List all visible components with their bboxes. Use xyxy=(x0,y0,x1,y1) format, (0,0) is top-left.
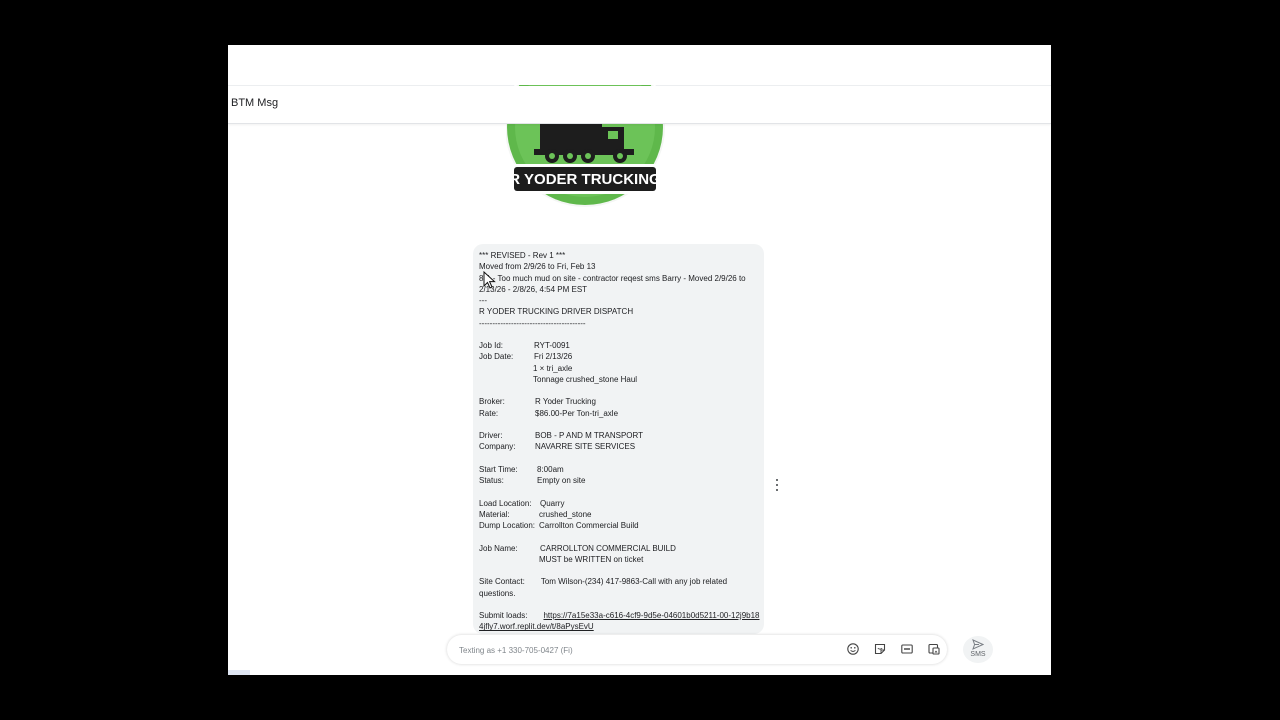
message-line: Moved from 2/9/26 to Fri, Feb 13 xyxy=(479,262,596,272)
field-value: Carrollton Commercial Build xyxy=(539,521,639,530)
field-label: Broker: xyxy=(479,397,505,407)
site-contact-row: Site Contact: Tom Wilson-(234) 417-9863-C… xyxy=(479,576,761,599)
field-label: Company: xyxy=(479,442,516,452)
conversation-header: BTM Msg xyxy=(228,86,1051,124)
messages-window: BTM Msg R YODER TRUCKING *** REVISED - R… xyxy=(228,45,1051,675)
field-value: RYT-0091 xyxy=(534,341,570,350)
dispatch-fields: Job Id: RYT-0091 Job Date: Fri 2/13/26 1 × t… xyxy=(479,340,761,576)
message-line: R YODER TRUCKING DRIVER DISPATCH xyxy=(479,307,634,317)
send-sms-button[interactable]: SMS xyxy=(963,636,993,663)
dispatch-field-row: Driver: BOB - P AND M TRANSPORT xyxy=(479,430,761,441)
dispatch-field-row: 1 × tri_axle xyxy=(479,363,761,374)
message-input[interactable] xyxy=(457,642,831,659)
dot xyxy=(776,484,778,486)
field-value: Fri 2/13/26 xyxy=(534,352,573,362)
dispatch-field-row: MUST be WRITTEN on ticket xyxy=(479,554,761,565)
attach-media-icon[interactable] xyxy=(927,642,941,656)
field-label: Job Name: xyxy=(479,543,518,553)
dispatch-field-row: Broker: R Yoder Trucking xyxy=(479,396,761,407)
dispatch-field-row: Material: crushed_stone xyxy=(479,509,761,520)
field-label: Job Date: xyxy=(479,352,514,362)
mouse-cursor-icon xyxy=(483,270,497,295)
submit-loads-label: Submit loads: xyxy=(479,611,528,620)
field-label: Load Location: xyxy=(479,498,532,508)
field-label: Start Time: xyxy=(479,464,518,474)
field-value: CARROLLTON COMMERCIAL BUILD xyxy=(540,543,676,553)
dispatch-field-row: Tonnage crushed_stone Haul xyxy=(479,374,761,385)
field-value: 1 × tri_axle xyxy=(533,363,573,373)
field-value: R Yoder Trucking xyxy=(535,397,596,407)
field-value: 8:00am xyxy=(537,464,564,474)
dispatch-field-row: Company: NAVARRE SITE SERVICES xyxy=(479,441,761,452)
corner-indicator xyxy=(228,670,250,675)
dispatch-field-row: Job Date: Fri 2/13/26 xyxy=(479,351,761,362)
field-value: Quarry xyxy=(540,498,565,508)
sticker-icon[interactable] xyxy=(873,642,887,656)
dispatch-field-row: Start Time: 8:00am xyxy=(479,464,761,475)
send-icon xyxy=(972,639,984,650)
field-value: Tonnage crushed_stone Haul xyxy=(533,374,638,384)
dot xyxy=(776,489,778,491)
field-label: Material: xyxy=(479,509,510,519)
logo-text: R YODER TRUCKING xyxy=(509,171,660,188)
compose-bar xyxy=(447,635,947,664)
message-text: *** REVISED - Rev 1 *** Moved from 2/9/2… xyxy=(479,250,761,633)
field-value: MUST be WRITTEN on ticket xyxy=(539,554,644,564)
field-value: NAVARRE SITE SERVICES xyxy=(535,442,636,452)
field-label: Driver: xyxy=(479,431,503,440)
message-bubble[interactable]: *** REVISED - Rev 1 *** Moved from 2/9/2… xyxy=(473,244,764,634)
message-line: --- xyxy=(479,296,487,305)
site-contact-label: Site Contact: xyxy=(479,577,525,587)
dot xyxy=(776,479,778,481)
more-options-button[interactable] xyxy=(772,478,782,492)
dispatch-field-row: Rate: $86.00-Per Ton-tri_axle xyxy=(479,408,761,419)
send-sms-label: SMS xyxy=(970,651,986,658)
submit-loads-row: Submit loads: https://7a15e33a-c616-4cf9-… xyxy=(479,610,761,633)
dispatch-field-row: Status: Empty on site xyxy=(479,475,761,486)
browser-top-bar xyxy=(228,45,1051,86)
field-value: $86.00-Per Ton-tri_axle xyxy=(535,408,619,418)
dispatch-field-row: Job Name: CARROLLTON COMMERCIAL BUILD xyxy=(479,543,761,554)
dispatch-field-row: Job Id: RYT-0091 xyxy=(479,340,761,351)
message-line: *** REVISED - Rev 1 *** xyxy=(479,251,566,260)
field-value: BOB - P AND M TRANSPORT xyxy=(535,431,644,440)
field-label: Dump Location: xyxy=(479,521,536,530)
field-value: crushed_stone xyxy=(539,509,592,519)
field-label: Job Id: xyxy=(479,341,504,350)
conversation-title: BTM Msg xyxy=(231,97,279,109)
gif-icon[interactable] xyxy=(900,642,914,656)
field-label: Status: xyxy=(479,476,504,485)
field-value: Empty on site xyxy=(537,476,586,485)
message-line: ---------------------------------------- xyxy=(479,318,586,328)
dispatch-field-row: Dump Location: Carrollton Commercial Buil… xyxy=(479,520,761,531)
dispatch-field-row: Load Location: Quarry xyxy=(479,498,761,509)
message-line: 8/A - Too much mud on site - contractor … xyxy=(479,273,746,294)
emoji-icon[interactable] xyxy=(846,642,860,656)
field-label: Rate: xyxy=(479,408,499,418)
